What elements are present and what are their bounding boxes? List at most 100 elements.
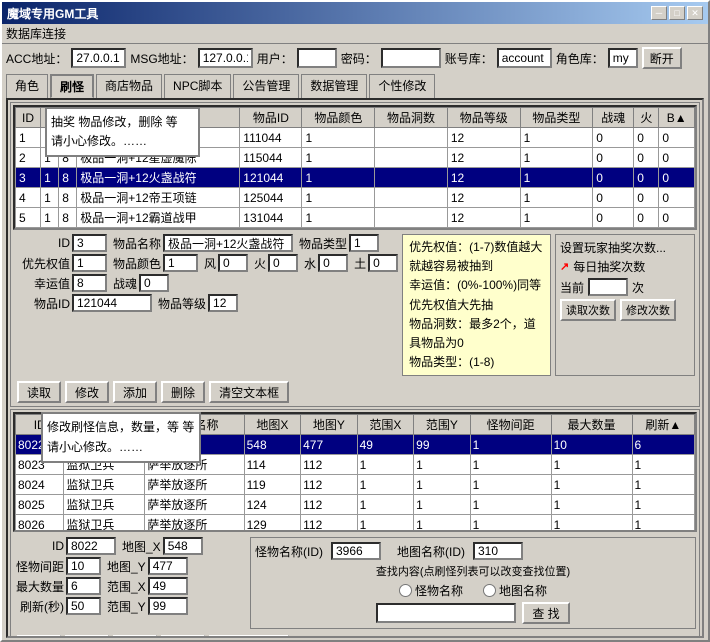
water-input[interactable]: [318, 254, 348, 272]
table-row[interactable]: 318极品一洞+12火盏战符1210441121000: [16, 168, 695, 188]
item-form-left: ID 物品名称 物品类型 优先权值 物品颜色 风 火: [15, 234, 398, 376]
water-label: 水: [304, 255, 316, 272]
tab-role[interactable]: 角色: [6, 74, 48, 98]
item-name-input[interactable]: [163, 234, 293, 252]
m-dist-input[interactable]: [66, 557, 101, 575]
acc-input[interactable]: [71, 48, 126, 68]
color-input[interactable]: [163, 254, 198, 272]
level-input[interactable]: [208, 294, 238, 312]
col-type: 物品类型: [520, 108, 593, 128]
minimize-btn[interactable]: ─: [651, 6, 667, 20]
m-mapx-input[interactable]: [163, 537, 203, 555]
table-row[interactable]: 418极品一洞+12帝王项链1250441121000: [16, 188, 695, 208]
item-delete-btn[interactable]: 删除: [161, 381, 205, 403]
db-input[interactable]: [497, 48, 552, 68]
radio-monster-input[interactable]: [399, 584, 412, 597]
m-mapy-input[interactable]: [148, 557, 188, 575]
m-id-row: ID 地图_X: [14, 537, 244, 555]
item-modify-btn[interactable]: 修改: [65, 381, 109, 403]
lottery-read-btn[interactable]: 读取次数: [560, 299, 616, 321]
table-row[interactable]: 518极品一洞+12霸道战甲1310441121000: [16, 208, 695, 228]
tab-announce[interactable]: 公告管理: [233, 74, 299, 98]
monster-section: 修改刷怪信息，数量，等 等 请小心修改。…… ID 怪物名称 地图名称 地图X …: [10, 409, 700, 638]
msg-input[interactable]: [198, 48, 253, 68]
tab-npc[interactable]: NPC脚本: [164, 74, 231, 98]
m-max-input[interactable]: [66, 577, 101, 595]
tab-personal[interactable]: 个性修改: [369, 74, 435, 98]
item-type-input[interactable]: [349, 234, 379, 252]
search-hint: 查找内容(点刷怪列表可以改变查找位置): [255, 563, 691, 579]
monster-read-btn[interactable]: 读取: [17, 635, 61, 638]
col-holes: 物品洞数: [375, 108, 448, 128]
pwd-input[interactable]: [381, 48, 441, 68]
close-btn[interactable]: ✕: [687, 6, 703, 20]
monster-add-btn[interactable]: 添加: [113, 635, 157, 638]
lottery-current-row: 当前 次: [560, 278, 690, 296]
m-rangey-input[interactable]: [148, 597, 188, 615]
m-id-input[interactable]: [66, 537, 116, 555]
connect-btn[interactable]: 断开: [642, 47, 682, 69]
lottery-current-input[interactable]: [588, 278, 628, 296]
lottery-panel: 设置玩家抽奖次数... ↗ 每日抽奖次数 当前 次 读取次数 修改次数: [555, 234, 695, 376]
m-max-row: 最大数量 范围_X: [14, 577, 244, 595]
level-label: 物品等级: [158, 295, 206, 312]
wind-input[interactable]: [218, 254, 248, 272]
main-window: 魔域专用GM工具 ─ □ ✕ 数据库连接 ACC地址： MSG地址： 用户： 密…: [0, 0, 710, 642]
luck-input[interactable]: [72, 274, 107, 292]
mcol-refresh: 刷新▲: [632, 415, 694, 435]
db-label: 账号库：: [445, 50, 493, 67]
mcol-mapy: 地图Y: [301, 415, 358, 435]
item-id-input[interactable]: [72, 234, 107, 252]
search-input[interactable]: [376, 603, 516, 623]
item-read-btn[interactable]: 读取: [17, 381, 61, 403]
lottery-set-label: 设置玩家抽奖次数...: [560, 239, 690, 256]
lottery-modify-btn[interactable]: 修改次数: [620, 299, 676, 321]
soul-input[interactable]: [139, 274, 169, 292]
tab-data[interactable]: 数据管理: [301, 74, 367, 98]
m-rangex-input[interactable]: [148, 577, 188, 595]
item-add-btn[interactable]: 添加: [113, 381, 157, 403]
table-row[interactable]: 8024监狱卫兵萨举放逐所11911211111: [16, 475, 695, 495]
menu-db[interactable]: 数据库连接: [6, 25, 66, 42]
m-map-name-input[interactable]: [473, 542, 523, 560]
tab-monster[interactable]: 刷怪: [50, 74, 94, 98]
monster-note-line1: 修改刷怪信息，数量，等 等: [47, 418, 195, 437]
hint-line2: 幸运值：(0%-100%)同等优先权值大先抽: [409, 276, 544, 314]
user-input[interactable]: [297, 48, 337, 68]
m-max-label: 最大数量: [14, 578, 64, 595]
mcol-mapx: 地图X: [244, 415, 301, 435]
hint-line3: 物品洞数：最多2个，道具物品为0: [409, 315, 544, 353]
itemid-input[interactable]: [72, 294, 152, 312]
fire-input[interactable]: [268, 254, 298, 272]
lottery-daily-row: ↗ 每日抽奖次数: [560, 258, 690, 275]
mcol-dist: 怪物间距: [470, 415, 551, 435]
m-monster-name-input[interactable]: [331, 542, 381, 560]
monster-note-line2: 请小心修改。……: [47, 438, 195, 457]
item-clear-btn[interactable]: 清空文本框: [209, 381, 289, 403]
m-dist-row: 怪物间距 地图_Y: [14, 557, 244, 575]
m-refresh-input[interactable]: [66, 597, 101, 615]
soul-label: 战魂: [113, 275, 137, 292]
earth-input[interactable]: [368, 254, 398, 272]
lottery-btns: 读取次数 修改次数: [560, 299, 690, 321]
tab-shop[interactable]: 商店物品: [96, 74, 162, 98]
search-btn[interactable]: 查 找: [522, 602, 569, 624]
radio-monster[interactable]: 怪物名称: [399, 582, 463, 599]
priority-row: 优先权值 物品颜色 风 火 水 土: [15, 254, 398, 272]
radio-map-input[interactable]: [483, 584, 496, 597]
monster-modify-btn[interactable]: 修改: [65, 635, 109, 638]
radio-map[interactable]: 地图名称: [483, 582, 547, 599]
mcol-rangey: 范围Y: [414, 415, 471, 435]
hint-line4: 物品类型：(1-8): [409, 353, 544, 372]
maximize-btn[interactable]: □: [669, 6, 685, 20]
role-input[interactable]: [608, 48, 638, 68]
monster-delete-btn[interactable]: 删除: [161, 635, 205, 638]
itemid-row: 物品ID 物品等级: [15, 294, 398, 312]
table-row[interactable]: 618极品一洞+12蛮技装1350441121000: [16, 228, 695, 231]
table-row[interactable]: 8025监狱卫兵萨举放逐所12411211111: [16, 495, 695, 515]
monster-caution-note: 修改刷怪信息，数量，等 等 请小心修改。……: [41, 412, 201, 462]
monster-clear-btn[interactable]: 清空文本框: [209, 635, 289, 638]
priority-input[interactable]: [72, 254, 107, 272]
table-row[interactable]: 8026监狱卫兵萨举放逐所12911211111: [16, 515, 695, 533]
monster-ids-row: 怪物名称(ID) 地图名称(ID): [255, 542, 691, 560]
